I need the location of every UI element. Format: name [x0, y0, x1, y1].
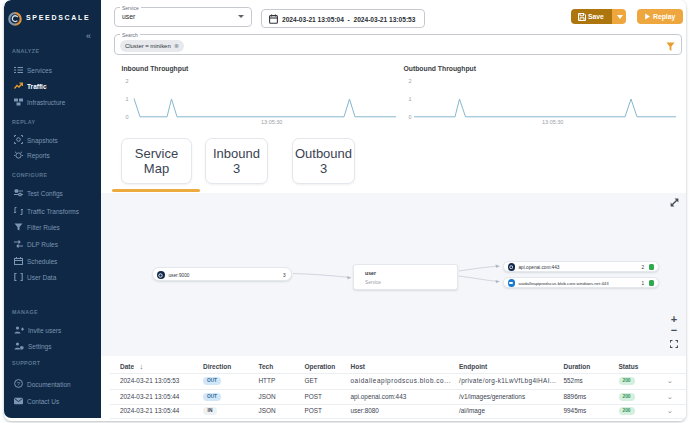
svg-text:?: ?: [17, 380, 21, 386]
